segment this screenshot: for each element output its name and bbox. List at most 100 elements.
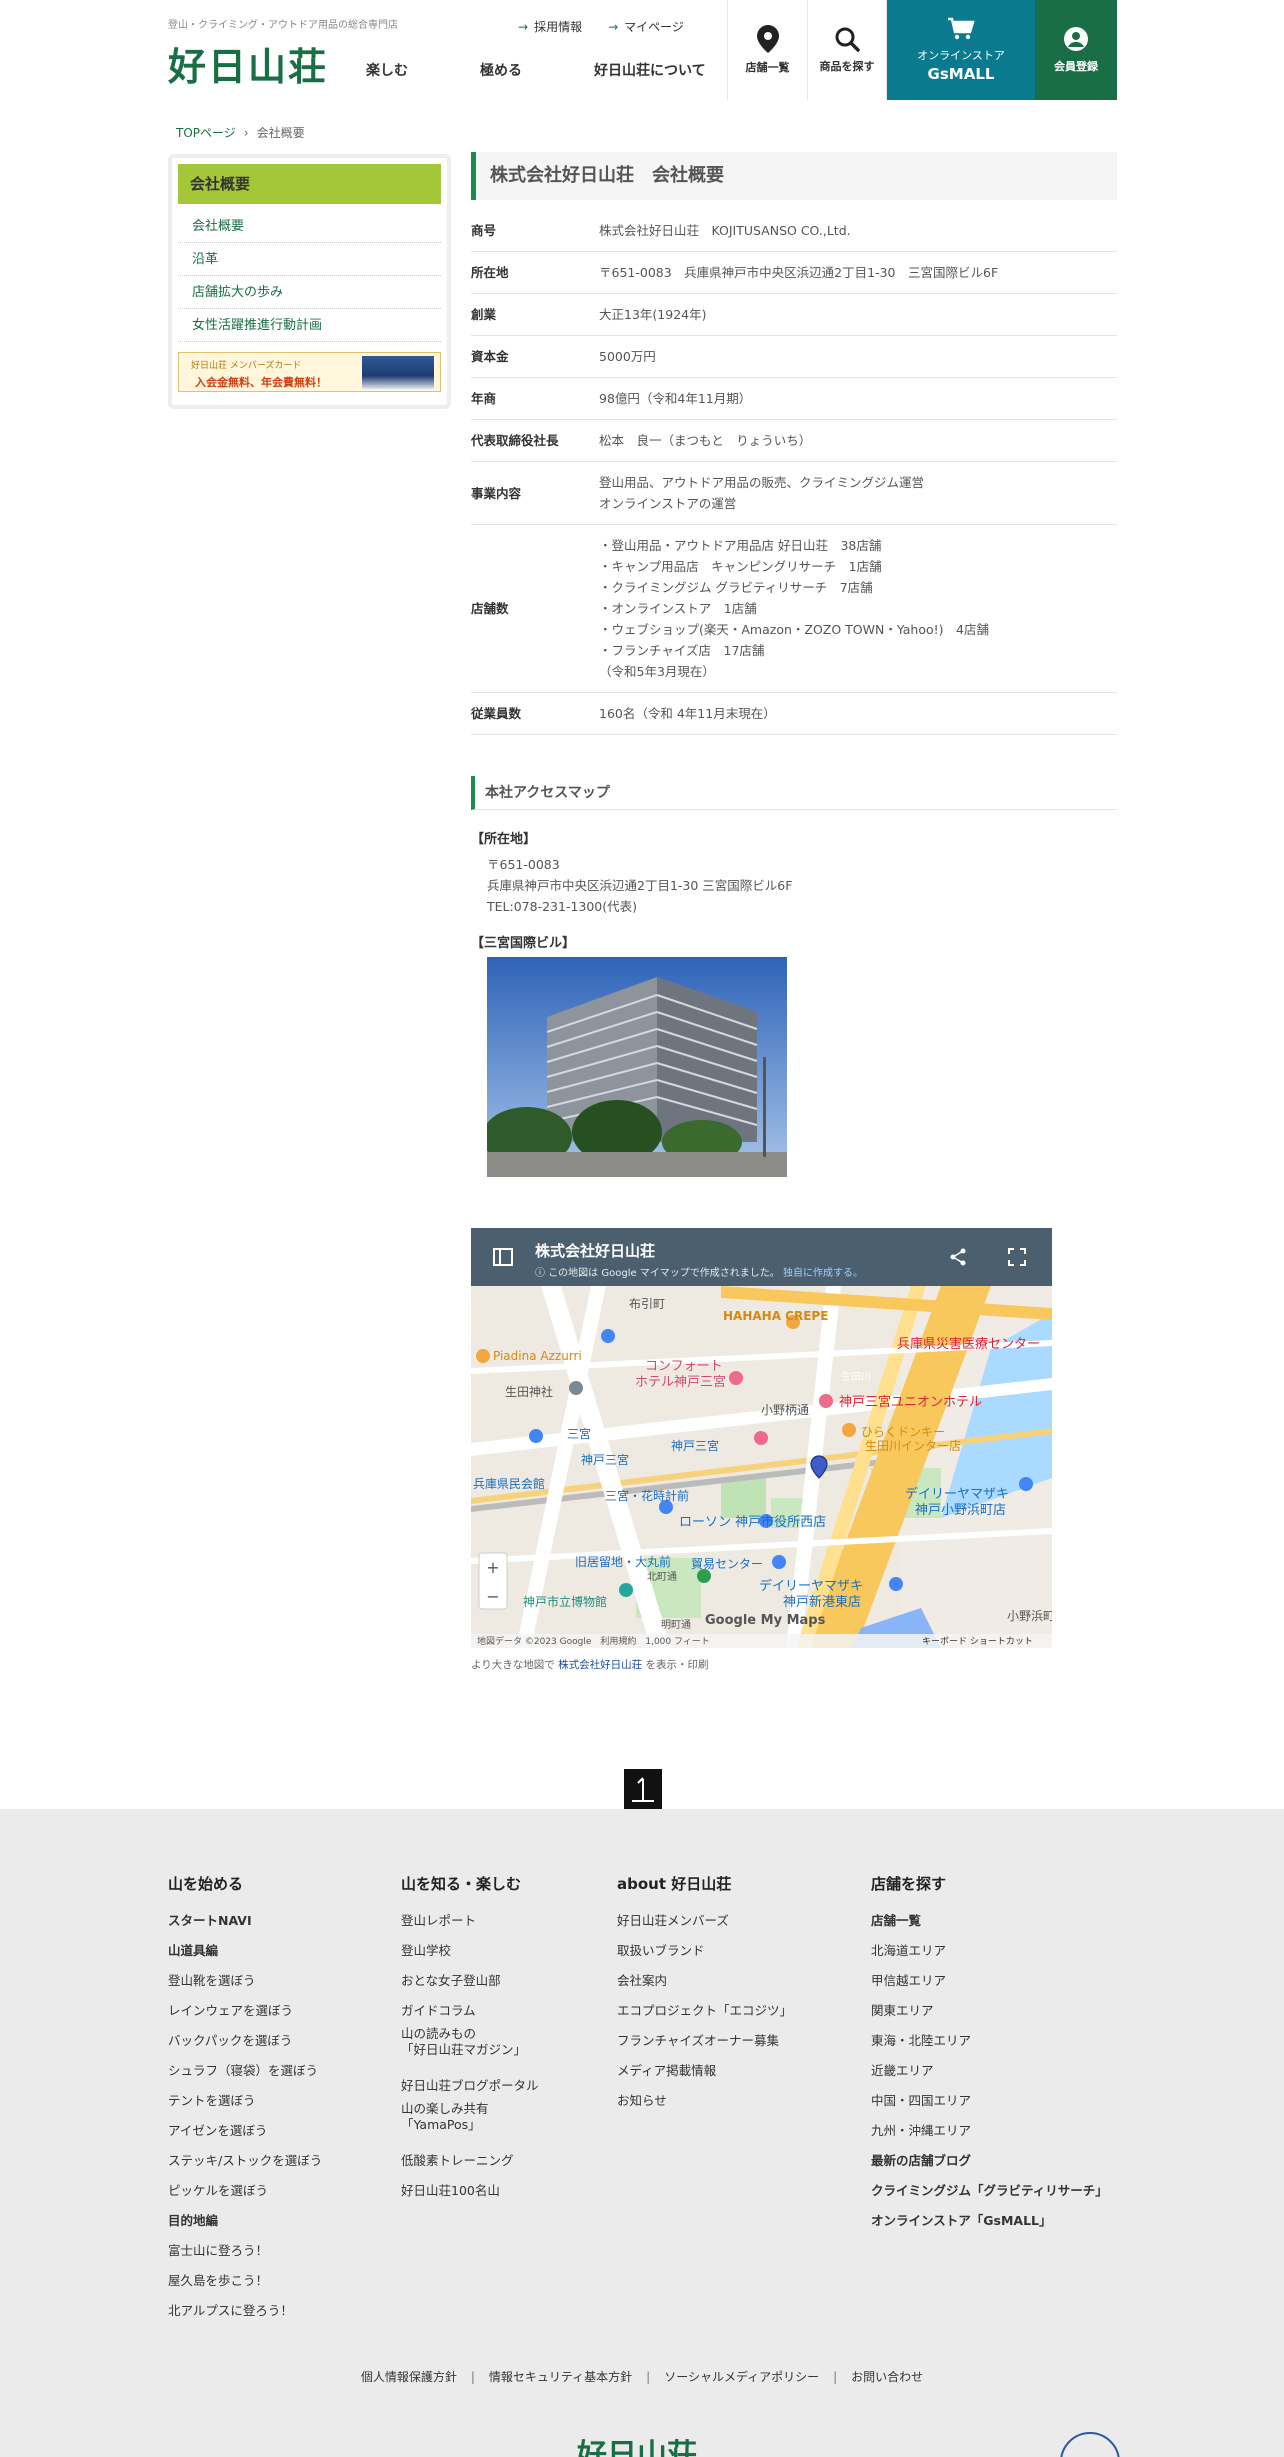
top-link-recruit[interactable]: → 採用情報 xyxy=(518,18,582,35)
footer-link[interactable]: 山道具編 xyxy=(168,1936,322,1966)
footer-link[interactable]: レインウェアを選ぼう xyxy=(168,1996,322,2026)
info-value-line: ・登山用品・アウトドア用品店 好日山荘 38店舗 xyxy=(599,538,882,553)
footer-link[interactable]: クライミングジム「グラビティリサーチ」 xyxy=(871,2176,1108,2206)
footer-link[interactable]: 近畿エリア xyxy=(871,2056,1108,2086)
map-notice-link[interactable]: 独自に作成する。 xyxy=(783,1268,863,1279)
footer-column-learn: 山を知る・楽しむ 登山レポート登山学校 おとな女子登山部ガイドコラム山の読みもの 「好… xyxy=(401,1873,539,2206)
footer-link[interactable]: バックパックを選ぼう xyxy=(168,2026,322,2056)
footer-link-privacy[interactable]: 個人情報保護方針 xyxy=(361,2370,457,2384)
footer-link[interactable]: 九州・沖縄エリア xyxy=(871,2116,1108,2146)
footer-link[interactable]: フランチャイズオーナー募集 xyxy=(617,2026,792,2056)
footer-link[interactable]: 取扱いブランド xyxy=(617,1936,792,1966)
footer-link[interactable]: 富士山に登ろう！ xyxy=(168,2236,322,2266)
footer-link-separator: | xyxy=(470,2370,475,2384)
page-top-button[interactable] xyxy=(624,1769,662,1809)
nav-item-master[interactable]: 極める xyxy=(480,60,522,80)
top-link-mypage[interactable]: → マイページ xyxy=(608,18,684,35)
footer-link[interactable]: 登山学校 xyxy=(401,1936,539,1966)
footer-link[interactable]: 中国・四国エリア xyxy=(871,2086,1108,2116)
footer-link[interactable]: 山の楽しみ共有 「YamaPos」 xyxy=(401,2101,539,2146)
sidebar-item-women-plan[interactable]: 女性活躍推進行動計画 xyxy=(178,309,441,342)
info-value-line: 160名（令和 4年11月末現在） xyxy=(599,706,776,721)
footer-link[interactable]: お知らせ xyxy=(617,2086,792,2116)
map-keyboard-shortcuts: キーボード ショートカット xyxy=(922,1636,1033,1647)
map-label: 北町通 xyxy=(647,1571,677,1583)
footer-link[interactable]: シュラフ（寝袋）を選ぼう xyxy=(168,2056,322,2086)
footer-link[interactable]: 最新の店舗ブログ xyxy=(871,2146,1108,2176)
footer-link[interactable]: 甲信越エリア xyxy=(871,1966,1108,1996)
map-title: 株式会社好日山荘 xyxy=(535,1242,656,1260)
footer-logo[interactable]: 好日山荘 xyxy=(577,2430,697,2457)
footer-link-label: フランチャイズオーナー募集 xyxy=(617,2033,780,2048)
map-label: 兵庫県災害医療センター xyxy=(897,1336,1040,1352)
footer-link[interactable]: オンラインストア「GsMALL」 xyxy=(871,2206,1108,2236)
footer-link-security[interactable]: 情報セキュリティ基本方針 xyxy=(489,2370,632,2384)
map-label: 小野柄通 xyxy=(761,1403,809,1417)
footer-link[interactable]: 好日山荘ブログポータル xyxy=(401,2071,539,2101)
footer-link[interactable]: ガイドコラム xyxy=(401,1996,539,2026)
sidebar-item-history[interactable]: 沿革 xyxy=(178,243,441,276)
footer-link[interactable]: 店舗一覧 xyxy=(871,1906,1108,1936)
stores-button[interactable]: 店舗一覧 xyxy=(727,0,807,100)
footer-link-label: スタートNAVI xyxy=(168,1913,252,1928)
footer-link[interactable]: 屋久島を歩こう！ xyxy=(168,2266,322,2296)
footer-link[interactable]: 好日山荘100名山 xyxy=(401,2176,539,2206)
online-store-button[interactable]: オンラインストア GsMALL xyxy=(887,0,1035,100)
footer-link[interactable]: 北アルプスに登ろう！ xyxy=(168,2296,322,2326)
nav-item-about[interactable]: 好日山荘について xyxy=(594,60,706,80)
footer-link-contact[interactable]: お問い合わせ xyxy=(851,2370,923,2384)
footer-link-social[interactable]: ソーシャルメディアポリシー xyxy=(664,2370,819,2384)
footer-link[interactable]: エコプロジェクト「エコジツ」 xyxy=(617,1996,792,2026)
footer-link-label: ガイドコラム xyxy=(401,2003,476,2018)
footer-link[interactable]: アイゼンを選ぼう xyxy=(168,2116,322,2146)
footer-column-heading: 山を知る・楽しむ xyxy=(401,1875,522,1893)
footer-link-label: 登山靴を選ぼう xyxy=(168,1973,256,1988)
map-caption-link[interactable]: 株式会社好日山荘 xyxy=(558,1659,642,1671)
site-logo[interactable]: 好日山荘 xyxy=(168,36,328,91)
info-row: 所在地 〒651-0083 兵庫県神戸市中央区浜辺通2丁目1-30 三宮国際ビル6… xyxy=(471,251,1117,294)
footer-link[interactable]: 低酸素トレーニング xyxy=(401,2146,539,2176)
footer-link[interactable]: 好日山荘メンバーズ xyxy=(617,1906,792,1936)
footer-link[interactable]: 会社案内 xyxy=(617,1966,792,1996)
map-label: 神戸市立博物館 xyxy=(523,1594,607,1609)
sidebar: 会社概要 会社概要 沿革 店舗拡大の歩み 女性活躍推進行動計画 好日山荘 メンバ… xyxy=(168,154,451,409)
product-search-button[interactable]: 商品を探す xyxy=(807,0,887,100)
footer-link[interactable]: 目的地編 xyxy=(168,2206,322,2236)
sidebar-item-expansion[interactable]: 店舗拡大の歩み xyxy=(178,276,441,309)
address-line: 兵庫県神戸市中央区浜辺通2丁目1-30 三宮国際ビル6F xyxy=(487,878,793,893)
nav-item-enjoy[interactable]: 楽しむ xyxy=(366,60,408,80)
info-value: 〒651-0083 兵庫県神戸市中央区浜辺通2丁目1-30 三宮国際ビル6F xyxy=(599,251,1117,294)
footer-link[interactable]: 登山靴を選ぼう xyxy=(168,1966,322,1996)
breadcrumb-home[interactable]: TOPページ xyxy=(176,126,236,140)
share-icon[interactable] xyxy=(949,1248,967,1266)
footer-link-label: 登山レポート xyxy=(401,1913,477,1928)
footer-link[interactable]: ステッキ/ストックを選ぼう xyxy=(168,2146,322,2176)
info-value-line: 登山用品、アウトドア用品の販売、クライミングジム運営 xyxy=(599,475,925,490)
footer-link[interactable]: ピッケルを選ぼう xyxy=(168,2176,322,2206)
footer-link[interactable]: 山の読みもの 「好日山荘マガジン」 xyxy=(401,2026,539,2071)
footer-link[interactable]: おとな女子登山部 xyxy=(401,1966,539,1996)
fullscreen-icon[interactable] xyxy=(1008,1248,1026,1266)
breadcrumb: TOPページ › 会社概要 xyxy=(176,124,305,141)
address-label: 【所在地】 xyxy=(471,832,537,847)
info-value: 松本 良一（まつもと りょういち） xyxy=(599,419,1117,462)
footer-link[interactable]: 関東エリア xyxy=(871,1996,1108,2026)
footer-link[interactable]: 北海道エリア xyxy=(871,1936,1108,1966)
members-card-banner[interactable]: 好日山荘 メンバーズカード 入会金無料、年会費無料！ xyxy=(178,352,441,392)
sidebar-item-overview[interactable]: 会社概要 xyxy=(178,210,441,243)
member-label: 会員登録 xyxy=(1054,60,1098,73)
footer-link-label: お知らせ xyxy=(617,2093,667,2108)
footer-link[interactable]: 東海・北陸エリア xyxy=(871,2026,1108,2056)
google-map-embed[interactable]: 布引町 HAHAHA CREPE 兵庫県災害医療センター Piadina Azz… xyxy=(471,1228,1052,1648)
member-register-button[interactable]: 会員登録 xyxy=(1035,0,1117,100)
footer-link-label: 山の楽しみ共有 xyxy=(401,2101,489,2116)
info-value: 登山用品、アウトドア用品の販売、クライミングジム運営 オンラインストアの運営 xyxy=(599,461,1117,525)
main-content: 株式会社好日山荘 会社概要 商号 株式会社好日山荘 KOJITUSANSO CO.… xyxy=(471,152,1117,735)
footer-link[interactable]: テントを選ぼう xyxy=(168,2086,322,2116)
footer-link[interactable]: メディア掲載情報 xyxy=(617,2056,792,2086)
info-value-line: ・ウェブショップ(楽天・Amazon・ZOZO TOWN・Yahoo!) 4店舗 xyxy=(599,622,989,637)
footer-link[interactable]: 登山レポート xyxy=(401,1906,539,1936)
breadcrumb-separator: › xyxy=(243,126,249,140)
footer-link[interactable]: スタートNAVI xyxy=(168,1906,322,1936)
sidebar-toggle-icon[interactable] xyxy=(493,1248,513,1266)
